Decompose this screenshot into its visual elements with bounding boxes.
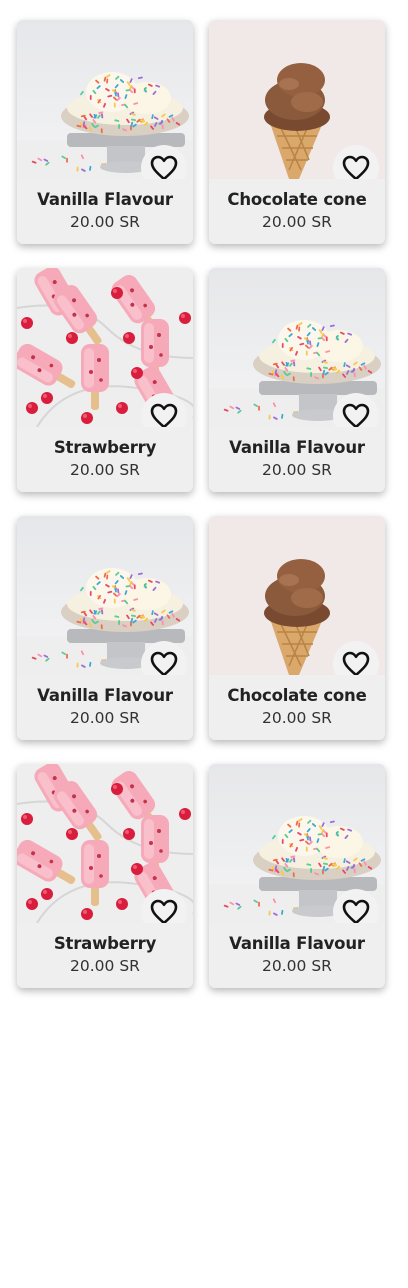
- product-name: Vanilla Flavour: [229, 934, 365, 953]
- product-image: [209, 516, 385, 675]
- product-name: Chocolate cone: [227, 190, 367, 209]
- heart-outline-icon: [342, 899, 370, 923]
- product-image: [17, 268, 193, 427]
- product-card[interactable]: Strawberry 20.00 SR: [17, 764, 193, 988]
- product-image: [17, 764, 193, 923]
- heart-outline-icon: [150, 155, 178, 179]
- product-image: [17, 20, 193, 179]
- product-price: 20.00 SR: [70, 709, 140, 727]
- heart-outline-icon: [342, 651, 370, 675]
- heart-outline-icon: [150, 651, 178, 675]
- product-name: Vanilla Flavour: [37, 686, 173, 705]
- product-name: Strawberry: [53, 934, 157, 953]
- product-name: Chocolate cone: [227, 686, 367, 705]
- product-image: [209, 764, 385, 923]
- product-image: [209, 268, 385, 427]
- product-card[interactable]: Chocolate cone 20.00 SR: [209, 516, 385, 740]
- product-name: Vanilla Flavour: [229, 438, 365, 457]
- heart-outline-icon: [342, 155, 370, 179]
- product-price: 20.00 SR: [70, 957, 140, 975]
- heart-outline-icon: [150, 899, 178, 923]
- product-card[interactable]: Chocolate cone 20.00 SR: [209, 20, 385, 244]
- product-price: 20.00 SR: [262, 213, 332, 231]
- product-image: [209, 20, 385, 179]
- product-price: 20.00 SR: [262, 709, 332, 727]
- product-card[interactable]: Vanilla Flavour 20.00 SR: [209, 268, 385, 492]
- product-card[interactable]: Vanilla Flavour 20.00 SR: [209, 764, 385, 988]
- product-card[interactable]: Vanilla Flavour 20.00 SR: [17, 516, 193, 740]
- product-card[interactable]: Strawberry 20.00 SR: [17, 268, 193, 492]
- product-price: 20.00 SR: [70, 213, 140, 231]
- heart-outline-icon: [342, 403, 370, 427]
- product-image: [17, 516, 193, 675]
- product-price: 20.00 SR: [262, 957, 332, 975]
- product-price: 20.00 SR: [70, 461, 140, 479]
- product-card[interactable]: Vanilla Flavour 20.00 SR: [17, 20, 193, 244]
- product-grid: Vanilla Flavour 20.00 SR Chocolate cone 20…: [0, 0, 408, 988]
- heart-outline-icon: [150, 403, 178, 427]
- product-price: 20.00 SR: [262, 461, 332, 479]
- product-name: Strawberry: [53, 438, 157, 457]
- product-name: Vanilla Flavour: [37, 190, 173, 209]
